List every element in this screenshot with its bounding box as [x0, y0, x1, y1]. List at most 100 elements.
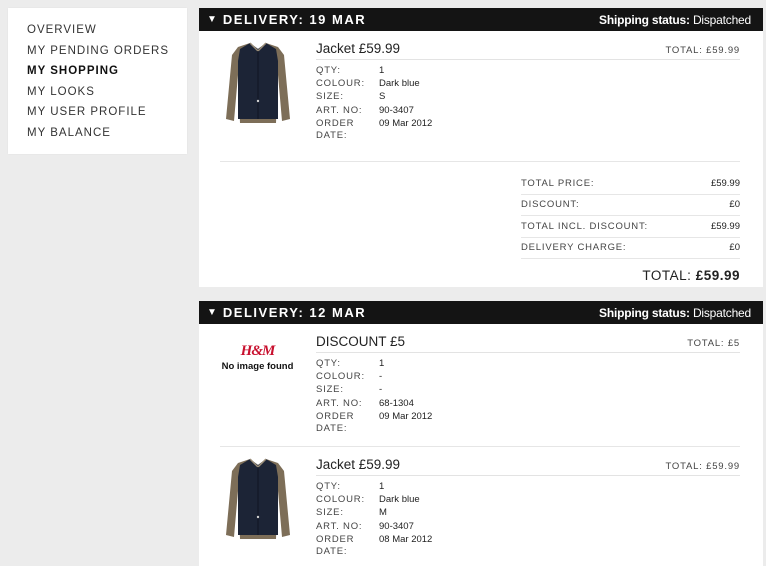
sidebar-item-my-shopping[interactable]: MY SHOPPING: [27, 61, 187, 82]
item-total-value: £59.99: [706, 45, 740, 56]
product-image[interactable]: [199, 457, 316, 566]
delivery-header[interactable]: ▼ DELIVERY: 19 MAR Shipping status: Disp…: [199, 8, 763, 31]
qty-label: QTY:: [316, 358, 341, 369]
order-item: Jacket £59.99 TOTAL: £59.99 QTY: 1 COLOUR…: [199, 447, 763, 566]
colour-value: -: [379, 371, 383, 383]
order-item: Jacket £59.99 TOTAL: £59.99 QTY: 1 COLOUR…: [199, 31, 763, 162]
summary-label: TOTAL PRICE:: [521, 177, 595, 189]
no-image-placeholder: H&M No image found: [222, 344, 294, 447]
item-header: Jacket £59.99 TOTAL: £59.99: [316, 457, 740, 476]
summary-row: TOTAL PRICE: £59.99: [521, 173, 740, 195]
triangle-down-icon[interactable]: ▼: [207, 307, 217, 318]
order-date-value: 09 Mar 2012: [379, 117, 433, 129]
art-no-label: ART. NO:: [316, 104, 363, 116]
delivery-panel: ▼ DELIVERY: 12 MAR Shipping status: Disp…: [199, 301, 763, 566]
jacket-icon: [225, 42, 290, 123]
grand-total: TOTAL: £59.99: [521, 268, 740, 283]
item-total: TOTAL: £59.99: [666, 45, 741, 56]
summary-label: TOTAL INCL. DISCOUNT:: [521, 220, 648, 232]
order-item: H&M No image found DISCOUNT £5 TOTAL: £5…: [199, 324, 763, 447]
summary-value: £59.99: [710, 220, 740, 232]
shipping-status-value: Dispatched: [692, 305, 751, 320]
delivery-header[interactable]: ▼ DELIVERY: 12 MAR Shipping status: Disp…: [199, 301, 763, 324]
size-label: SIZE:: [316, 507, 344, 519]
qty-value: 1: [379, 358, 385, 369]
colour-label: COLOUR:: [316, 78, 365, 90]
art-no-value: 68-1304: [379, 397, 414, 409]
item-header: Jacket £59.99 TOTAL: £59.99: [316, 41, 740, 60]
item-details: DISCOUNT £5 TOTAL: £5 QTY: 1 COLOUR: - SIZ…: [316, 334, 763, 447]
order-date-label: ORDER DATE:: [316, 533, 355, 558]
colour-value: Dark blue: [379, 78, 420, 90]
account-sidebar: OVERVIEW MY PENDING ORDERS MY SHOPPING M…: [8, 8, 187, 154]
size-label: SIZE:: [316, 384, 344, 396]
item-details: Jacket £59.99 TOTAL: £59.99 QTY: 1 COLOUR…: [316, 41, 763, 162]
item-total: TOTAL: £59.99: [666, 461, 741, 472]
size-value: -: [379, 384, 383, 396]
shipping-status-label: Shipping status:: [599, 305, 690, 320]
item-properties: QTY: 1 COLOUR: Dark blue SIZE: M ART. NO: 90…: [316, 481, 740, 558]
delivery-title-group: ▼ DELIVERY: 19 MAR: [207, 12, 366, 27]
size-value: M: [379, 507, 387, 519]
summary-row: TOTAL INCL. DISCOUNT: £59.99: [521, 216, 740, 238]
item-total-value: £59.99: [706, 461, 740, 472]
item-total-label: TOTAL:: [665, 461, 703, 472]
colour-value: Dark blue: [379, 494, 420, 506]
qty-label: QTY:: [316, 65, 341, 76]
size-label: SIZE:: [316, 91, 344, 103]
colour-label: COLOUR:: [316, 371, 365, 383]
qty-value: 1: [379, 65, 385, 76]
item-properties: QTY: 1 COLOUR: Dark blue SIZE: S ART. NO: 90…: [316, 65, 740, 142]
item-name[interactable]: DISCOUNT £5: [316, 334, 405, 349]
summary-label: DISCOUNT:: [521, 199, 580, 211]
shipping-status: Shipping status: Dispatched: [599, 306, 751, 320]
delivery-title: DELIVERY: 19 MAR: [222, 12, 367, 27]
item-properties: QTY: 1 COLOUR: - SIZE: - ART. NO: 68-1304 OR…: [316, 358, 740, 435]
colour-label: COLOUR:: [316, 494, 365, 506]
shipping-status-value: Dispatched: [692, 12, 751, 27]
grand-total-label: TOTAL:: [642, 268, 692, 283]
summary-value: £0: [729, 242, 740, 254]
item-total-value: £5: [727, 338, 740, 349]
order-summary: TOTAL PRICE: £59.99 DISCOUNT: £0 TOTAL I…: [521, 162, 740, 283]
jacket-icon: [225, 458, 290, 539]
item-header: DISCOUNT £5 TOTAL: £5: [316, 334, 740, 353]
summary-label: DELIVERY CHARGE:: [521, 242, 627, 254]
sidebar-item-balance[interactable]: MY BALANCE: [27, 123, 187, 144]
art-no-label: ART. NO:: [316, 520, 363, 532]
summary-value: £0: [729, 199, 740, 211]
qty-label: QTY:: [316, 481, 341, 492]
delivery-title-group: ▼ DELIVERY: 12 MAR: [207, 305, 366, 320]
sidebar-item-my-looks[interactable]: MY LOOKS: [27, 82, 187, 103]
summary-row: DELIVERY CHARGE: £0: [521, 238, 740, 259]
qty-value: 1: [379, 481, 385, 492]
art-no-value: 90-3407: [379, 104, 414, 116]
item-total-label: TOTAL:: [665, 45, 703, 56]
sidebar-item-overview[interactable]: OVERVIEW: [27, 20, 187, 41]
item-name[interactable]: Jacket £59.99: [316, 457, 400, 472]
item-name[interactable]: Jacket £59.99: [316, 41, 400, 56]
divider: [220, 161, 740, 162]
order-date-value: 08 Mar 2012: [379, 533, 433, 545]
shipping-status-label: Shipping status:: [599, 12, 690, 27]
hm-logo: H&M: [240, 343, 276, 359]
summary-row: DISCOUNT: £0: [521, 195, 740, 216]
item-details: Jacket £59.99 TOTAL: £59.99 QTY: 1 COLOUR…: [316, 457, 763, 566]
delivery-panel: ▼ DELIVERY: 19 MAR Shipping status: Disp…: [199, 8, 763, 287]
summary-value: £59.99: [710, 177, 740, 189]
art-no-label: ART. NO:: [316, 397, 363, 409]
no-image-text: No image found: [221, 361, 294, 372]
delivery-title: DELIVERY: 12 MAR: [222, 305, 367, 320]
size-value: S: [379, 91, 386, 103]
shipping-status: Shipping status: Dispatched: [599, 13, 751, 27]
product-image[interactable]: [199, 41, 316, 162]
grand-total-value: £59.99: [695, 268, 740, 283]
art-no-value: 90-3407: [379, 520, 414, 532]
order-date-label: ORDER DATE:: [316, 410, 355, 435]
product-image[interactable]: H&M No image found: [199, 334, 316, 447]
order-date-value: 09 Mar 2012: [379, 410, 433, 422]
sidebar-item-user-profile[interactable]: MY USER PROFILE: [27, 102, 187, 123]
triangle-down-icon[interactable]: ▼: [207, 14, 217, 25]
item-total-label: TOTAL:: [687, 338, 725, 349]
sidebar-item-pending-orders[interactable]: MY PENDING ORDERS: [27, 41, 187, 62]
